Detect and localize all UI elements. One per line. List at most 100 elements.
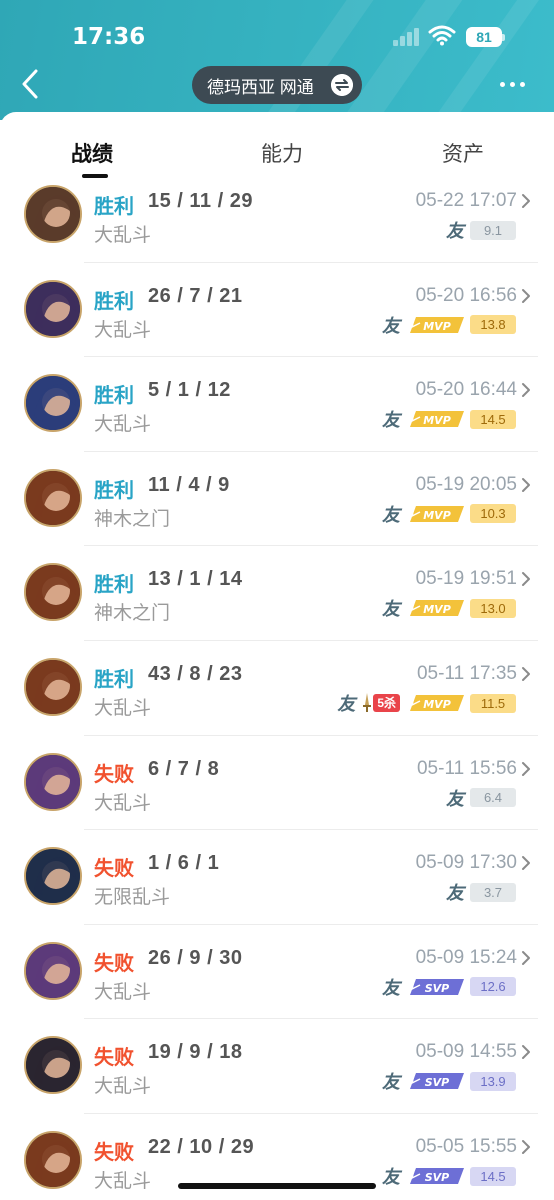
match-row[interactable]: 失败 6 / 7 / 8 大乱斗 05-11 15:56 友 6.4 bbox=[0, 736, 554, 831]
champion-avatar bbox=[24, 1131, 82, 1189]
match-kda: 26 / 7 / 21 bbox=[148, 284, 243, 307]
match-mode: 神木之门 bbox=[94, 508, 171, 530]
match-datetime: 05-22 17:07 bbox=[415, 190, 517, 211]
status-time: 17:36 bbox=[72, 24, 146, 50]
match-badges: 友 3.7 bbox=[446, 882, 516, 904]
match-badges: 友 MVP 13.8 bbox=[382, 315, 516, 336]
friend-tag: 友 bbox=[382, 1072, 400, 1093]
match-result: 胜利 bbox=[94, 196, 134, 218]
tab-assets[interactable]: 资产 bbox=[442, 138, 484, 168]
server-selector[interactable]: 德玛西亚 网通 bbox=[192, 66, 362, 104]
wifi-icon bbox=[428, 25, 456, 46]
match-row[interactable]: 胜利 11 / 4 / 9 神木之门 05-19 20:05 友 MVP 10.3 bbox=[0, 452, 554, 547]
match-result: 失败 bbox=[94, 1047, 134, 1070]
match-row[interactable]: 胜利 26 / 7 / 21 大乱斗 05-20 16:56 友 MVP 13.8 bbox=[0, 263, 554, 358]
match-badges: 友 6.4 bbox=[446, 788, 516, 809]
champion-avatar bbox=[24, 847, 82, 906]
match-score: 14.5 bbox=[470, 1166, 516, 1186]
mvp-badge-icon: MVP bbox=[406, 600, 464, 617]
friend-tag: 友 bbox=[382, 504, 400, 525]
tab-record[interactable]: 战绩 bbox=[71, 138, 113, 168]
match-row[interactable]: 胜利 5 / 1 / 12 大乱斗 05-20 16:44 友 MVP 14.5 bbox=[0, 357, 554, 452]
match-datetime: 05-19 19:51 bbox=[415, 568, 517, 590]
chevron-right-icon bbox=[522, 667, 530, 681]
champion-avatar bbox=[24, 468, 82, 527]
match-score: 10.3 bbox=[470, 504, 516, 524]
match-score: 12.6 bbox=[470, 977, 516, 997]
match-result: 失败 bbox=[94, 952, 134, 975]
match-kda: 43 / 8 / 23 bbox=[148, 663, 243, 685]
match-mode: 大乱斗 bbox=[94, 225, 152, 246]
friend-tag: 友 bbox=[337, 694, 356, 714]
champion-avatar bbox=[24, 279, 82, 338]
champion-avatar bbox=[24, 752, 82, 811]
friend-tag: 友 bbox=[446, 883, 464, 904]
svg-text:SVP: SVP bbox=[425, 1076, 450, 1089]
match-badges: 友 MVP 14.5 bbox=[382, 409, 516, 431]
match-row[interactable]: 胜利 15 / 11 / 29 大乱斗 05-22 17:07 友 9.1 bbox=[0, 168, 554, 263]
friend-tag: 友 bbox=[382, 315, 400, 336]
match-result: 胜利 bbox=[94, 290, 134, 313]
match-score: 11.5 bbox=[470, 693, 516, 713]
match-kda: 19 / 9 / 18 bbox=[148, 1041, 243, 1064]
match-row[interactable]: 胜利 13 / 1 / 14 神木之门 05-19 19:51 友 MVP 13.0 bbox=[0, 546, 554, 641]
more-button[interactable] bbox=[498, 74, 528, 94]
tab-ability[interactable]: 能力 bbox=[261, 138, 303, 168]
match-row[interactable]: 失败 26 / 9 / 30 大乱斗 05-09 15:24 友 SVP 12.6 bbox=[0, 925, 554, 1020]
svp-badge-icon: SVP bbox=[406, 1073, 464, 1090]
svp-badge-icon: SVP bbox=[406, 1168, 464, 1184]
match-result: 失败 bbox=[94, 858, 134, 881]
match-mode: 大乱斗 bbox=[94, 1076, 152, 1098]
match-datetime: 05-20 16:44 bbox=[415, 379, 517, 401]
match-mode: 大乱斗 bbox=[94, 1171, 152, 1192]
chevron-right-icon bbox=[522, 477, 530, 492]
back-button[interactable] bbox=[14, 66, 48, 102]
match-result: 失败 bbox=[94, 763, 134, 786]
match-row[interactable]: 胜利 43 / 8 / 23 大乱斗 05-11 17:35 友 5杀 MVP 11.5 bbox=[0, 641, 554, 736]
match-score: 6.4 bbox=[470, 788, 516, 808]
svg-text:MVP: MVP bbox=[423, 603, 451, 616]
match-datetime: 05-19 20:05 bbox=[415, 473, 517, 495]
match-kda: 26 / 9 / 30 bbox=[148, 946, 243, 969]
sword-icon bbox=[363, 693, 372, 712]
match-result: 胜利 bbox=[94, 479, 134, 502]
match-mode: 大乱斗 bbox=[94, 414, 152, 436]
chevron-right-icon bbox=[522, 288, 530, 303]
svg-text:MVP: MVP bbox=[423, 509, 451, 522]
match-badges: 友 9.1 bbox=[446, 220, 516, 241]
champion-avatar bbox=[24, 563, 82, 622]
svp-badge-icon: SVP bbox=[406, 978, 464, 995]
match-row[interactable]: 失败 1 / 6 / 1 无限乱斗 05-09 17:30 友 3.7 bbox=[0, 830, 554, 925]
match-score: 9.1 bbox=[470, 220, 516, 240]
match-datetime: 05-05 15:55 bbox=[415, 1136, 517, 1157]
svg-text:MVP: MVP bbox=[423, 698, 451, 711]
svg-text:MVP: MVP bbox=[423, 320, 451, 333]
match-mode: 无限乱斗 bbox=[94, 887, 171, 909]
match-kda: 22 / 10 / 29 bbox=[148, 1136, 255, 1158]
match-result: 胜利 bbox=[94, 574, 134, 597]
mvp-badge-icon: MVP bbox=[406, 695, 464, 711]
battery-icon: 81 bbox=[466, 27, 505, 47]
match-datetime: 05-20 16:56 bbox=[415, 284, 517, 306]
more-icon bbox=[500, 82, 505, 87]
friend-tag: 友 bbox=[382, 977, 400, 998]
champion-avatar bbox=[24, 374, 82, 433]
svg-text:MVP: MVP bbox=[423, 414, 451, 427]
match-kda: 11 / 4 / 9 bbox=[148, 473, 230, 496]
penta-kill-badge: 5杀 bbox=[361, 693, 400, 713]
chevron-right-icon bbox=[522, 194, 530, 208]
chevron-right-icon bbox=[522, 1045, 530, 1060]
match-result: 胜利 bbox=[94, 385, 134, 408]
friend-tag: 友 bbox=[382, 599, 400, 620]
match-row[interactable]: 失败 19 / 9 / 18 大乱斗 05-09 14:55 友 SVP 13.9 bbox=[0, 1019, 554, 1114]
match-score: 3.7 bbox=[470, 882, 516, 902]
champion-avatar bbox=[24, 185, 82, 243]
friend-tag: 友 bbox=[446, 788, 464, 809]
match-result: 失败 bbox=[94, 1142, 134, 1164]
match-kda: 6 / 7 / 8 bbox=[148, 757, 220, 780]
mvp-badge-icon: MVP bbox=[406, 316, 464, 333]
match-kda: 13 / 1 / 14 bbox=[148, 568, 243, 591]
match-badges: 友 SVP 12.6 bbox=[382, 977, 516, 998]
friend-tag: 友 bbox=[382, 410, 400, 431]
chevron-right-icon bbox=[522, 950, 530, 965]
